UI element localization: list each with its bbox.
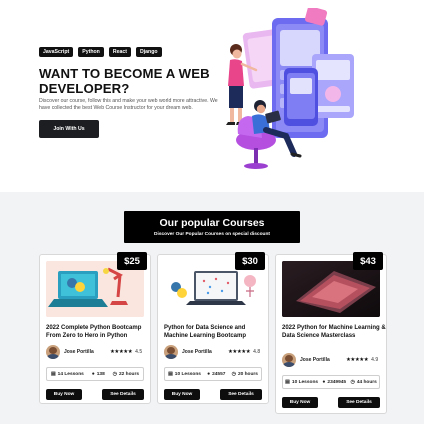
course-meta: ▤ 10 Lessons ● 2349945 ◷ 44 hours (282, 375, 380, 389)
course-hours: 22 hours (119, 371, 140, 377)
buy-now-button[interactable]: Buy Now (164, 389, 200, 400)
rating-value: 4.9 (371, 357, 379, 363)
avatar (164, 345, 178, 359)
clock-icon: ◷ (112, 371, 118, 377)
author: Jose Portilla (282, 353, 330, 367)
lessons-count: 10 Lessons (174, 371, 201, 377)
book-icon: ▤ (50, 371, 56, 377)
course-meta: ▤ 14 Lessons ● 138 ◷ 22 hours (46, 367, 144, 381)
card-actions: Buy Now See Details (46, 389, 144, 400)
author-name: Jose Portilla (64, 349, 94, 355)
hero-description: Discover our course, follow this and mak… (39, 98, 218, 111)
avatar (282, 353, 296, 367)
students-count: 24557 (212, 371, 226, 377)
book-icon: ▤ (285, 379, 290, 385)
user-icon: ● (207, 371, 211, 377)
section-subtitle: Discover Our Popular Courses on special … (154, 232, 270, 237)
web-developer-illustration (226, 8, 354, 169)
author: Jose Portilla (46, 345, 94, 359)
clock-icon: ◷ (350, 379, 355, 385)
card-actions: Buy Now See Details (282, 397, 380, 408)
clock-icon: ◷ (231, 371, 236, 377)
rating: ★★★★★ 4.8 (228, 349, 260, 355)
tag-django[interactable]: Django (135, 47, 162, 57)
price-badge: $30 (235, 252, 265, 270)
see-details-button[interactable]: See Details (102, 389, 144, 400)
tech-tags: JavaScript Python React Django (39, 47, 162, 57)
rating: ★★★★★ 4.5 (110, 349, 142, 355)
card-actions: Buy Now See Details (164, 389, 262, 400)
section-title: Our popular Courses (159, 217, 265, 229)
course-meta: ▤ 10 Lessons ● 24557 ◷ 20 hours (164, 367, 262, 381)
lessons-count: 14 Lessons (57, 371, 84, 377)
course-card[interactable]: $25 2022 Complete Python Bootcamp From Z… (39, 252, 151, 404)
see-details-button[interactable]: See Details (220, 389, 262, 400)
star-rating-icon: ★★★★★ (346, 357, 369, 363)
students-count: 2349945 (327, 379, 347, 385)
course-title[interactable]: 2022 Complete Python Bootcamp From Zero … (46, 324, 150, 340)
tag-javascript[interactable]: JavaScript (39, 47, 74, 57)
course-hours: 20 hours (237, 371, 258, 377)
see-details-button[interactable]: See Details (338, 397, 380, 408)
price-badge: $25 (117, 252, 147, 270)
author-name: Jose Portilla (182, 349, 212, 355)
students-count: 138 (96, 371, 105, 377)
hero-title: WANT TO BECOME A WEB DEVELOPER? (39, 66, 210, 96)
star-rating-icon: ★★★★★ (228, 349, 251, 355)
tag-python[interactable]: Python (78, 47, 104, 57)
hero-section: JavaScript Python React Django WANT TO B… (0, 0, 424, 192)
courses-section: Our popular Courses Discover Our Popular… (0, 192, 424, 424)
rating: ★★★★★ 4.9 (346, 357, 378, 363)
price-badge: $43 (353, 252, 383, 270)
avatar (46, 345, 60, 359)
course-card[interactable]: $43 2022 Python for Machine Learning & D… (275, 252, 387, 414)
buy-now-button[interactable]: Buy Now (46, 389, 82, 400)
user-icon: ● (91, 371, 95, 377)
author: Jose Portilla (164, 345, 212, 359)
course-card[interactable]: $30 Python for Data Science and Machine … (157, 252, 269, 404)
rating-value: 4.8 (253, 349, 261, 355)
course-title[interactable]: Python for Data Science and Machine Lear… (164, 324, 268, 340)
course-hours: 44 hours (356, 379, 377, 385)
rating-value: 4.5 (135, 349, 143, 355)
buy-now-button[interactable]: Buy Now (282, 397, 318, 408)
lessons-count: 10 Lessons (291, 379, 319, 385)
author-name: Jose Portilla (300, 357, 330, 363)
book-icon: ▤ (168, 371, 173, 377)
section-header: Our popular Courses Discover Our Popular… (124, 211, 300, 243)
tag-react[interactable]: React (108, 47, 131, 57)
join-with-us-button[interactable]: Join With Us (39, 120, 99, 138)
user-icon: ● (322, 379, 326, 385)
course-title[interactable]: 2022 Python for Machine Learning & Data … (282, 324, 386, 340)
star-rating-icon: ★★★★★ (110, 349, 133, 355)
